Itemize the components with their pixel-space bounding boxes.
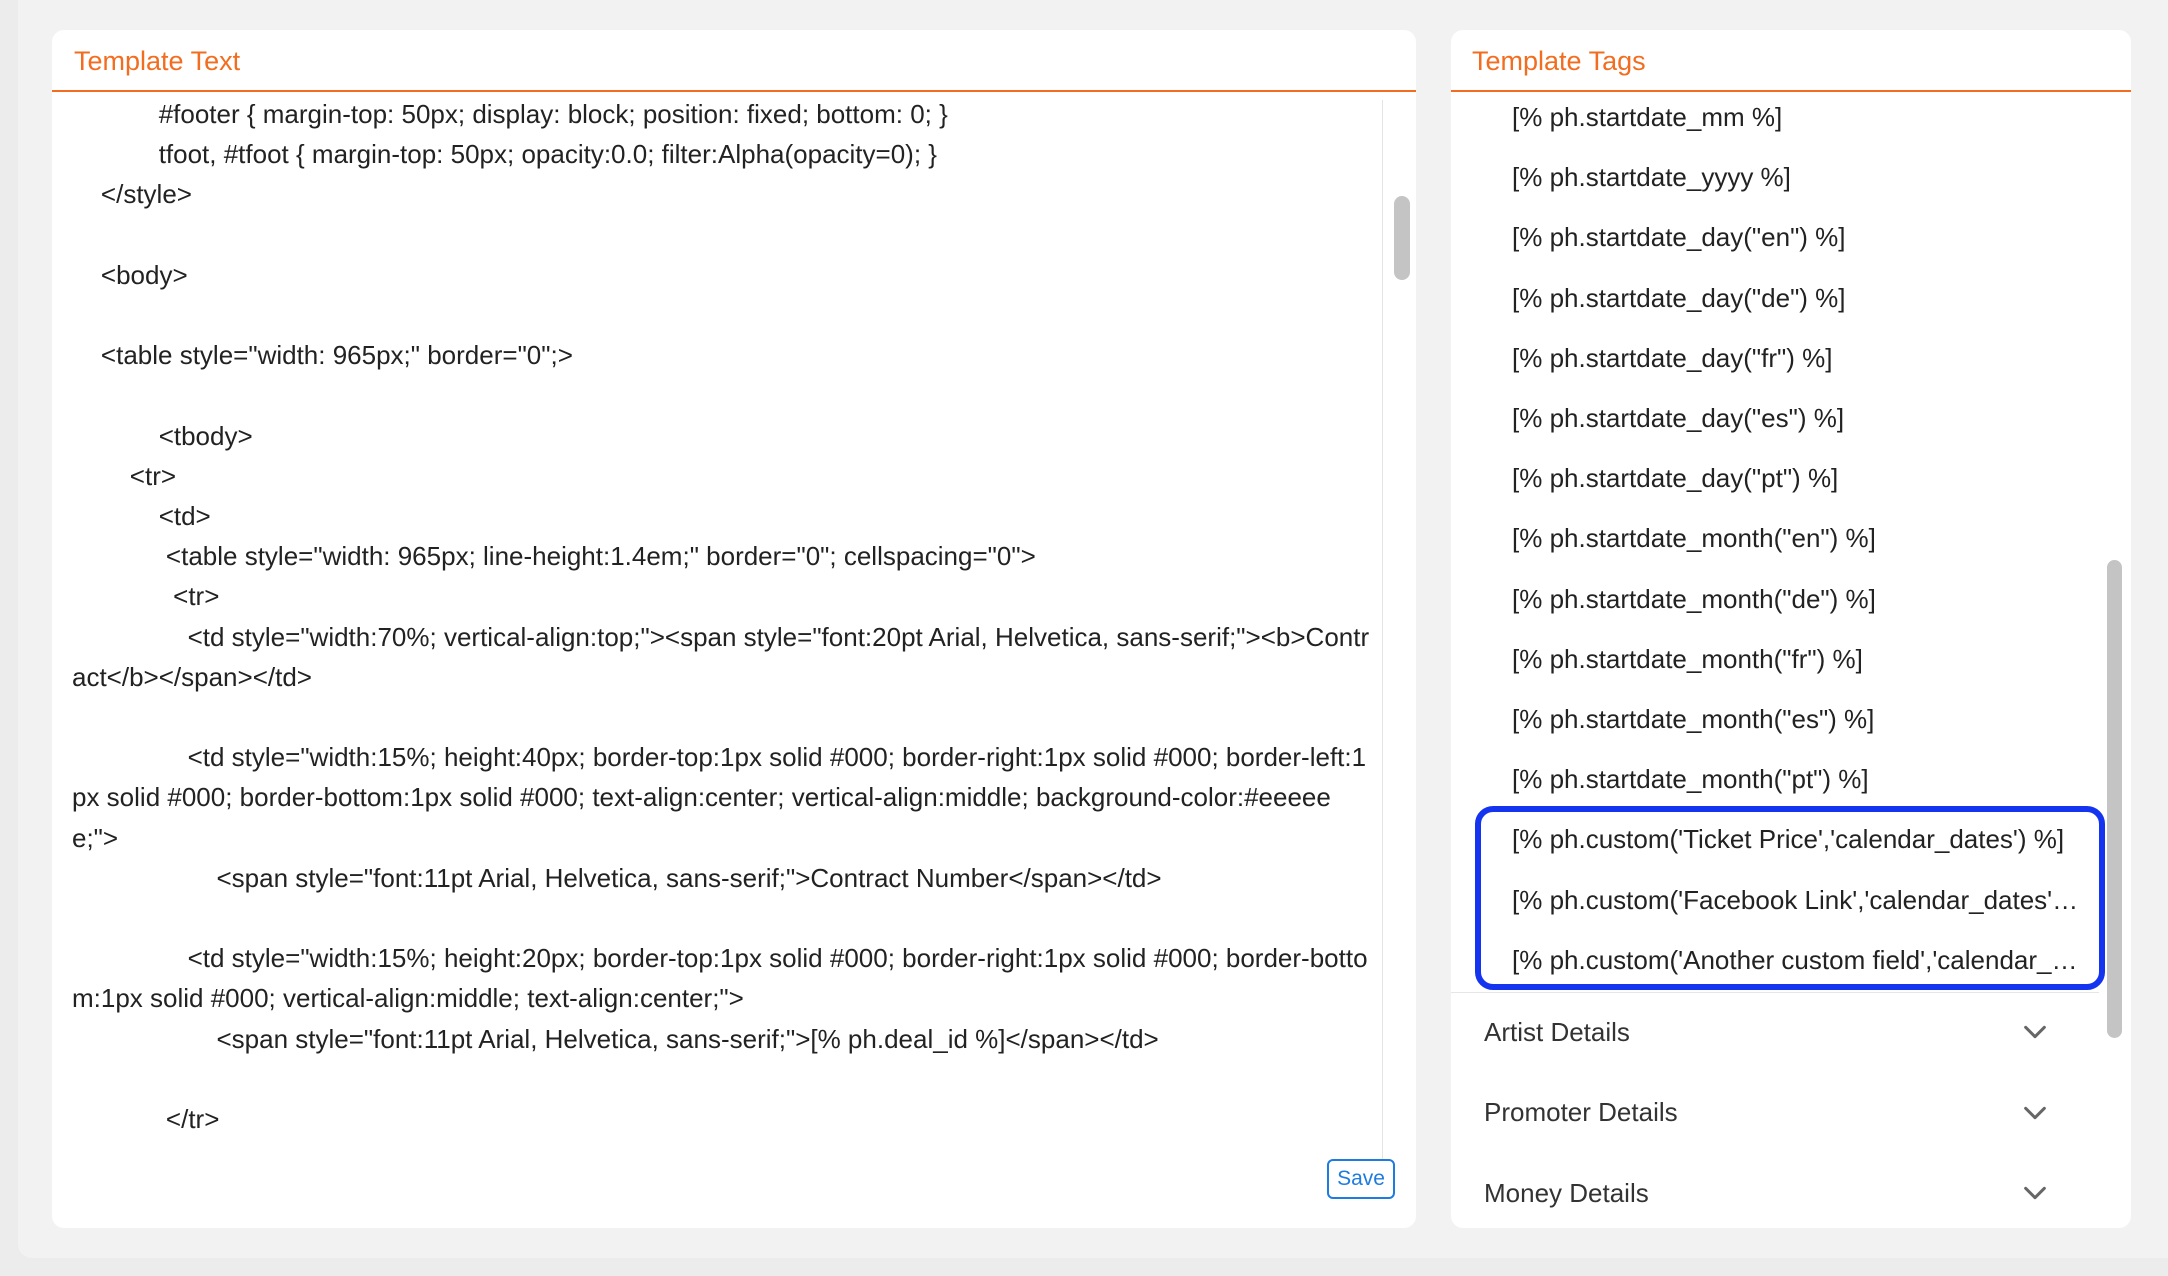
template-code-editor[interactable]: #footer { margin-top: 50px; display: blo… <box>52 94 1384 1164</box>
tag-item[interactable]: [% ph.startdate_yyyy %] <box>1512 157 2082 197</box>
tag-item[interactable]: [% ph.startdate_day("en") %] <box>1512 217 2082 257</box>
tag-item[interactable]: [% ph.startdate_mm %] <box>1512 97 2082 137</box>
section-artist-details[interactable]: Artist Details <box>1451 992 2099 1072</box>
chevron-down-icon[interactable] <box>2021 1018 2049 1046</box>
tag-item[interactable]: [% ph.startdate_month("fr") %] <box>1512 639 2082 679</box>
chevron-down-icon[interactable] <box>2021 1179 2049 1207</box>
code-line: <td style="width:15%; height:20px; borde… <box>72 943 1368 1014</box>
chevron-down-icon[interactable] <box>2021 1099 2049 1127</box>
code-line: <tbody> <box>72 420 253 451</box>
code-line: </style> <box>72 179 192 210</box>
tag-list: [% ph.startdate_mm %] [% ph.startdate_yyy… <box>1451 94 2099 1024</box>
code-line: </tr> <box>72 1103 220 1134</box>
code-line: #footer { margin-top: 50px; display: blo… <box>72 99 948 129</box>
editor-scrollbar-thumb[interactable] <box>1394 196 1410 280</box>
section-money-details[interactable]: Money Details <box>1451 1153 2099 1228</box>
template-tags-panel: Template Tags [% ph.startdate_mm %] [% ph… <box>1451 30 2131 1228</box>
code-line: <span style="font:11pt Arial, Helvetica,… <box>72 1023 1159 1054</box>
section-label: Artist Details <box>1484 1016 1630 1047</box>
tag-item[interactable]: [% ph.startdate_day("fr") %] <box>1512 338 2082 378</box>
code-line: tfoot, #tfoot { margin-top: 50px; opacit… <box>72 139 937 170</box>
tag-item[interactable]: [% ph.startdate_day("es") %] <box>1512 398 2082 438</box>
tag-item[interactable]: [% ph.custom('Facebook Link','calendar_d… <box>1512 880 2082 920</box>
tag-item[interactable]: [% ph.startdate_month("de") %] <box>1512 579 2082 619</box>
code-line: <table style="width: 965px;" border="0";… <box>72 340 573 371</box>
code-line: <td> <box>72 500 211 531</box>
template-tags-title: Template Tags <box>1451 30 2131 92</box>
tag-item[interactable]: [% ph.startdate_month("es") %] <box>1512 699 2082 739</box>
tag-item[interactable]: [% ph.startdate_month("en") %] <box>1512 518 2082 558</box>
code-content[interactable]: #footer { margin-top: 50px; display: blo… <box>72 94 1372 1139</box>
code-line: <tr> <box>72 581 220 612</box>
code-line: <table style="width: 965px; line-height:… <box>72 541 1036 572</box>
tag-item[interactable]: [% ph.custom('Ticket Price','calendar_da… <box>1512 819 2082 859</box>
tags-scrollbar-thumb[interactable] <box>2107 560 2122 1038</box>
code-line: <body> <box>72 259 188 290</box>
code-line: <span style="font:11pt Arial, Helvetica,… <box>72 862 1162 893</box>
tag-item[interactable]: [% ph.startdate_day("pt") %] <box>1512 458 2082 498</box>
tag-item[interactable]: [% ph.custom('Another custom field','cal… <box>1512 940 2082 980</box>
code-line: <tr> <box>72 460 177 491</box>
save-button[interactable]: Save <box>1327 1159 1395 1199</box>
template-text-title: Template Text <box>52 30 1416 92</box>
section-label: Money Details <box>1484 1177 1649 1208</box>
code-line: <td style="width:70%; vertical-align:top… <box>72 621 1370 692</box>
section-label: Promoter Details <box>1484 1097 1678 1127</box>
template-text-panel: Template Text #footer { margin-top: 50px… <box>52 30 1416 1228</box>
section-promoter-details[interactable]: Promoter Details <box>1451 1073 2099 1153</box>
code-line: <td style="width:15%; height:40px; borde… <box>72 742 1367 853</box>
tag-item[interactable]: [% ph.startdate_month("pt") %] <box>1512 759 2082 799</box>
tag-item[interactable]: [% ph.startdate_day("de") %] <box>1512 278 2082 318</box>
